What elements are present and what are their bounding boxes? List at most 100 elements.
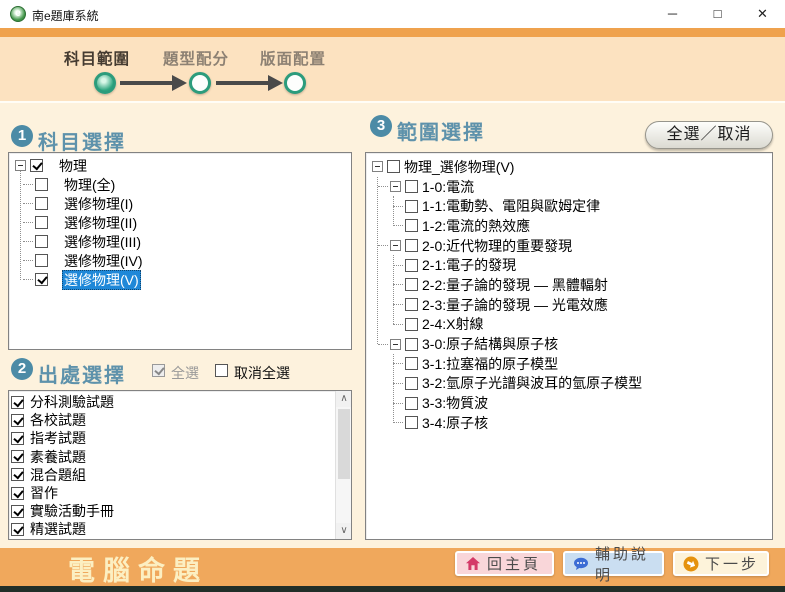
checkbox[interactable] (405, 239, 418, 252)
select-all-checkbox[interactable] (152, 364, 165, 377)
tree-item-label[interactable]: 物理_選修物理(V) (402, 157, 516, 177)
tree-item-label[interactable]: 物理(全) (62, 175, 117, 195)
close-button[interactable]: ✕ (740, 0, 785, 28)
list-item[interactable]: 各校試題 (11, 411, 351, 429)
checkbox[interactable] (405, 180, 418, 193)
tree-item[interactable]: 物理(全) (9, 175, 351, 194)
step-circle-1[interactable] (94, 72, 116, 94)
list-item[interactable]: 精選試題 (11, 520, 351, 538)
select-all-toggle-button[interactable]: 全選／取消 (645, 121, 773, 149)
checkbox[interactable] (387, 160, 400, 173)
tree-item-label[interactable]: 選修物理(IV) (62, 251, 145, 271)
step-circle-2[interactable] (189, 72, 211, 94)
list-item-label[interactable]: 習作 (28, 483, 60, 503)
checkbox[interactable] (35, 273, 48, 286)
checkbox[interactable] (35, 197, 48, 210)
next-step-button[interactable]: 下一步 (673, 551, 769, 576)
tree-item[interactable]: 選修物理(III) (9, 232, 351, 251)
list-item-label[interactable]: 實驗活動手冊 (28, 501, 116, 521)
tree-item[interactable]: 2-1:電子的發現 (366, 255, 772, 275)
expand-toggle[interactable] (390, 181, 401, 192)
tree-item-label[interactable]: 選修物理(I) (62, 194, 135, 214)
tree-item[interactable]: 物理_選修物理(V) (366, 157, 772, 177)
checkbox[interactable] (11, 414, 24, 427)
checkbox[interactable] (405, 200, 418, 213)
tree-item-label[interactable]: 1-2:電流的熱效應 (420, 216, 532, 236)
expand-toggle[interactable] (15, 160, 26, 171)
tree-item[interactable]: 2-3:量子論的發現 — 光電效應 (366, 295, 772, 315)
tree-item[interactable]: 1-0:電流 (366, 177, 772, 197)
list-item[interactable]: 實驗活動手冊 (11, 502, 351, 520)
checkbox[interactable] (35, 254, 48, 267)
step-circle-3[interactable] (284, 72, 306, 94)
tree-item[interactable]: 3-2:氫原子光譜與波耳的氫原子模型 (366, 374, 772, 394)
checkbox[interactable] (35, 216, 48, 229)
list-item[interactable]: 混合題組 (11, 466, 351, 484)
tree-item-label[interactable]: 2-2:量子論的發現 — 黑體輻射 (420, 275, 610, 295)
checkbox[interactable] (405, 219, 418, 232)
tree-item-label[interactable]: 1-1:電動勢、電阻與歐姆定律 (420, 196, 602, 216)
checkbox[interactable] (35, 178, 48, 191)
tree-item[interactable]: 選修物理(I) (9, 194, 351, 213)
scrollbar-thumb[interactable] (338, 409, 350, 479)
list-item-label[interactable]: 分科測驗試題 (28, 392, 116, 412)
expand-toggle[interactable] (390, 339, 401, 350)
tree-item-label[interactable]: 3-2:氫原子光譜與波耳的氫原子模型 (420, 373, 644, 393)
maximize-button[interactable]: □ (695, 0, 740, 28)
expand-toggle[interactable] (372, 161, 383, 172)
list-item-label[interactable]: 精選試題 (28, 519, 88, 539)
tree-item[interactable]: 1-2:電流的熱效應 (366, 216, 772, 236)
tree-item-label[interactable]: 3-4:原子核 (420, 413, 490, 433)
tree-item-label[interactable]: 3-1:拉塞福的原子模型 (420, 354, 560, 374)
checkbox[interactable] (11, 450, 24, 463)
expand-toggle[interactable] (390, 240, 401, 251)
list-item-label[interactable]: 素養試題 (28, 447, 88, 467)
tree-item[interactable]: 2-2:量子論的發現 — 黑體輻射 (366, 275, 772, 295)
checkbox[interactable] (11, 523, 24, 536)
tree-item-label[interactable]: 3-0:原子結構與原子核 (420, 334, 560, 354)
scrollbar[interactable]: ∧ ∨ (335, 391, 351, 539)
tree-item[interactable]: 3-4:原子核 (366, 413, 772, 433)
checkbox[interactable] (11, 432, 24, 445)
checkbox[interactable] (405, 338, 418, 351)
tree-item-label[interactable]: 2-4:X射線 (420, 314, 485, 334)
checkbox[interactable] (30, 159, 43, 172)
checkbox[interactable] (11, 505, 24, 518)
checkbox[interactable] (11, 396, 24, 409)
tree-item[interactable]: 1-1:電動勢、電阻與歐姆定律 (366, 196, 772, 216)
tree-item-label[interactable]: 2-0:近代物理的重要發現 (420, 236, 574, 256)
tree-item[interactable]: 物理 (9, 156, 351, 175)
tree-item[interactable]: 3-1:拉塞福的原子模型 (366, 354, 772, 374)
tree-item[interactable]: 選修物理(II) (9, 213, 351, 232)
checkbox[interactable] (405, 357, 418, 370)
list-item[interactable]: 指考試題 (11, 429, 351, 447)
tree-item-label[interactable]: 選修物理(III) (62, 232, 143, 252)
checkbox[interactable] (405, 298, 418, 311)
tree-item-label[interactable]: 3-3:物質波 (420, 393, 490, 413)
list-item[interactable]: 習作 (11, 484, 351, 502)
minimize-button[interactable]: ─ (650, 0, 695, 28)
checkbox[interactable] (35, 235, 48, 248)
deselect-all-label[interactable]: 取消全選 (234, 363, 290, 383)
list-item[interactable]: 分科測驗試題 (11, 393, 351, 411)
tree-item-label[interactable]: 2-3:量子論的發現 — 光電效應 (420, 295, 610, 315)
list-item-label[interactable]: 各校試題 (28, 410, 88, 430)
checkbox[interactable] (405, 416, 418, 429)
list-item-label[interactable]: 指考試題 (28, 428, 88, 448)
tree-item-label[interactable]: 物理 (57, 156, 89, 176)
tree-item[interactable]: 3-3:物質波 (366, 393, 772, 413)
checkbox[interactable] (405, 278, 418, 291)
tree-item-label[interactable]: 選修物理(II) (62, 213, 139, 233)
checkbox[interactable] (405, 318, 418, 331)
select-all-label[interactable]: 全選 (171, 363, 199, 383)
tree-item-label[interactable]: 選修物理(V) (62, 270, 141, 290)
tree-item-label[interactable]: 1-0:電流 (420, 177, 476, 197)
home-button[interactable]: 回主頁 (455, 551, 554, 576)
deselect-all-checkbox[interactable] (215, 364, 228, 377)
checkbox[interactable] (405, 259, 418, 272)
checkbox[interactable] (405, 377, 418, 390)
tree-item[interactable]: 選修物理(V) (9, 270, 351, 289)
tree-item[interactable]: 2-4:X射線 (366, 315, 772, 335)
tree-item[interactable]: 3-0:原子結構與原子核 (366, 334, 772, 354)
checkbox[interactable] (11, 487, 24, 500)
